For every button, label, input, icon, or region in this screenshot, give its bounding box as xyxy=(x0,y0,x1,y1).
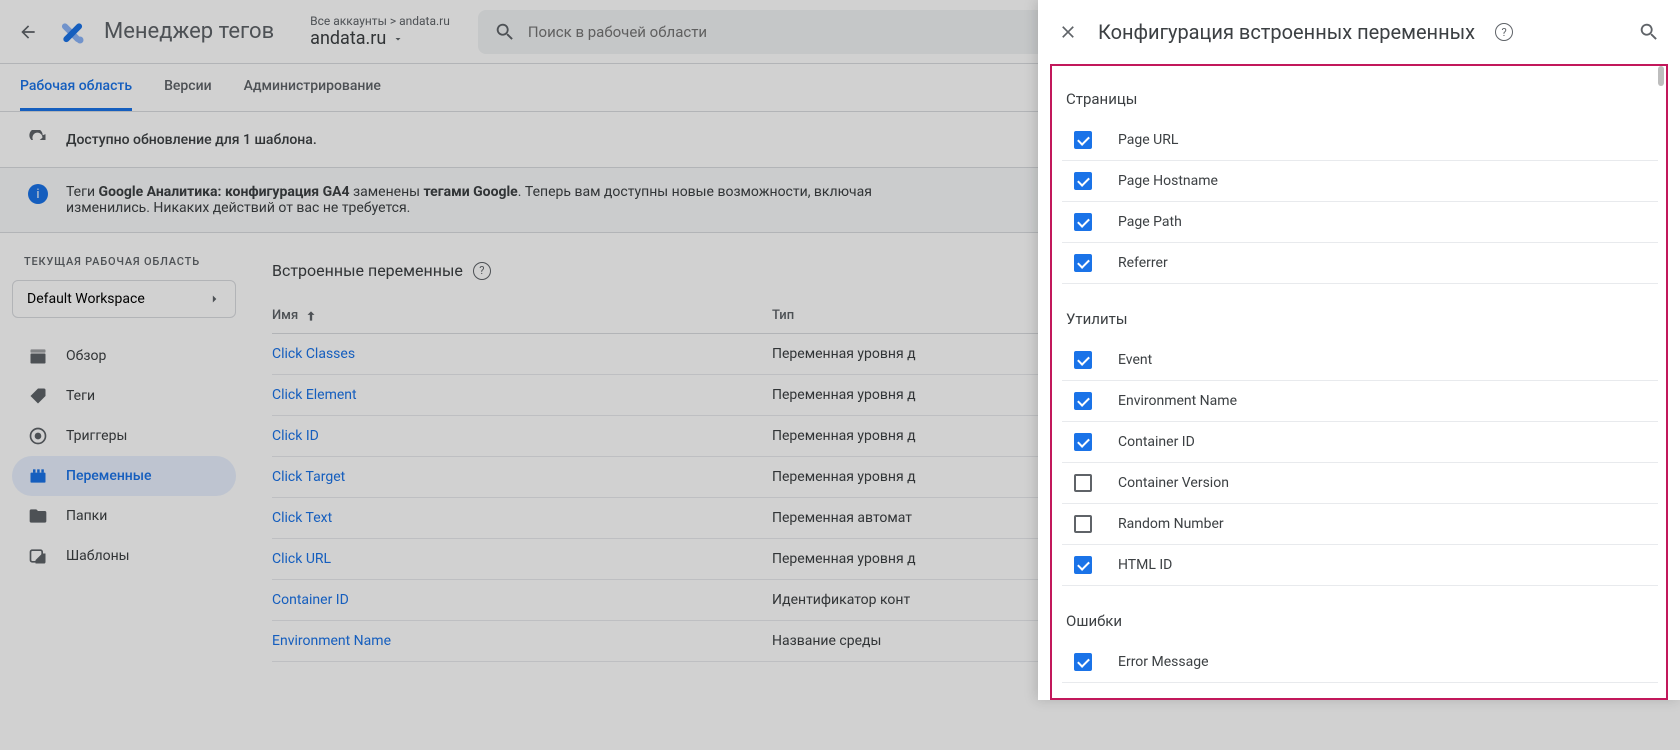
variable-checkbox-row[interactable]: Error Message xyxy=(1062,642,1658,683)
checkbox[interactable] xyxy=(1074,433,1092,451)
checkbox[interactable] xyxy=(1074,254,1092,272)
variable-checkbox-row[interactable]: Referrer xyxy=(1062,243,1658,284)
checkbox-label: Page Path xyxy=(1118,214,1182,230)
checkbox-label: Event xyxy=(1118,352,1152,368)
checkbox[interactable] xyxy=(1074,474,1092,492)
checkbox[interactable] xyxy=(1074,213,1092,231)
checkbox-label: Container Version xyxy=(1118,475,1229,491)
variable-checkbox-row[interactable]: Page URL xyxy=(1062,120,1658,161)
section-title: Утилиты xyxy=(1060,306,1658,340)
panel-body: Страницы Page URL Page Hostname Page Path Re… xyxy=(1050,64,1668,700)
variable-checkbox-row[interactable]: Random Number xyxy=(1062,504,1658,545)
builtin-variables-panel: Конфигурация встроенных переменных ? Стр… xyxy=(1038,0,1680,700)
close-icon[interactable] xyxy=(1058,22,1078,42)
checkbox-label: Random Number xyxy=(1118,516,1224,532)
variable-checkbox-row[interactable]: Container ID xyxy=(1062,422,1658,463)
checkbox[interactable] xyxy=(1074,653,1092,671)
variable-checkbox-row[interactable]: Environment Name xyxy=(1062,381,1658,422)
checkbox[interactable] xyxy=(1074,351,1092,369)
variable-checkbox-row[interactable]: HTML ID xyxy=(1062,545,1658,586)
checkbox[interactable] xyxy=(1074,392,1092,410)
checkbox[interactable] xyxy=(1074,172,1092,190)
panel-title: Конфигурация встроенных переменных xyxy=(1098,20,1475,44)
section-title: Страницы xyxy=(1060,86,1658,120)
variable-checkbox-row[interactable]: Page Hostname xyxy=(1062,161,1658,202)
section-title: Ошибки xyxy=(1060,608,1658,642)
panel-header: Конфигурация встроенных переменных ? xyxy=(1038,0,1680,64)
checkbox-label: Error Message xyxy=(1118,654,1209,670)
checkbox-label: Container ID xyxy=(1118,434,1195,450)
checkbox[interactable] xyxy=(1074,515,1092,533)
scrollbar-indicator xyxy=(1658,66,1664,86)
checkbox-label: Page Hostname xyxy=(1118,173,1218,189)
help-icon[interactable]: ? xyxy=(1495,23,1513,41)
checkbox[interactable] xyxy=(1074,131,1092,149)
checkbox-label: Page URL xyxy=(1118,132,1178,148)
checkbox[interactable] xyxy=(1074,556,1092,574)
checkbox-label: Environment Name xyxy=(1118,393,1237,409)
checkbox-label: Referrer xyxy=(1118,255,1168,271)
variable-checkbox-row[interactable]: Event xyxy=(1062,340,1658,381)
search-icon[interactable] xyxy=(1638,21,1660,43)
variable-checkbox-row[interactable]: Container Version xyxy=(1062,463,1658,504)
variable-checkbox-row[interactable]: Page Path xyxy=(1062,202,1658,243)
checkbox-label: HTML ID xyxy=(1118,557,1172,573)
